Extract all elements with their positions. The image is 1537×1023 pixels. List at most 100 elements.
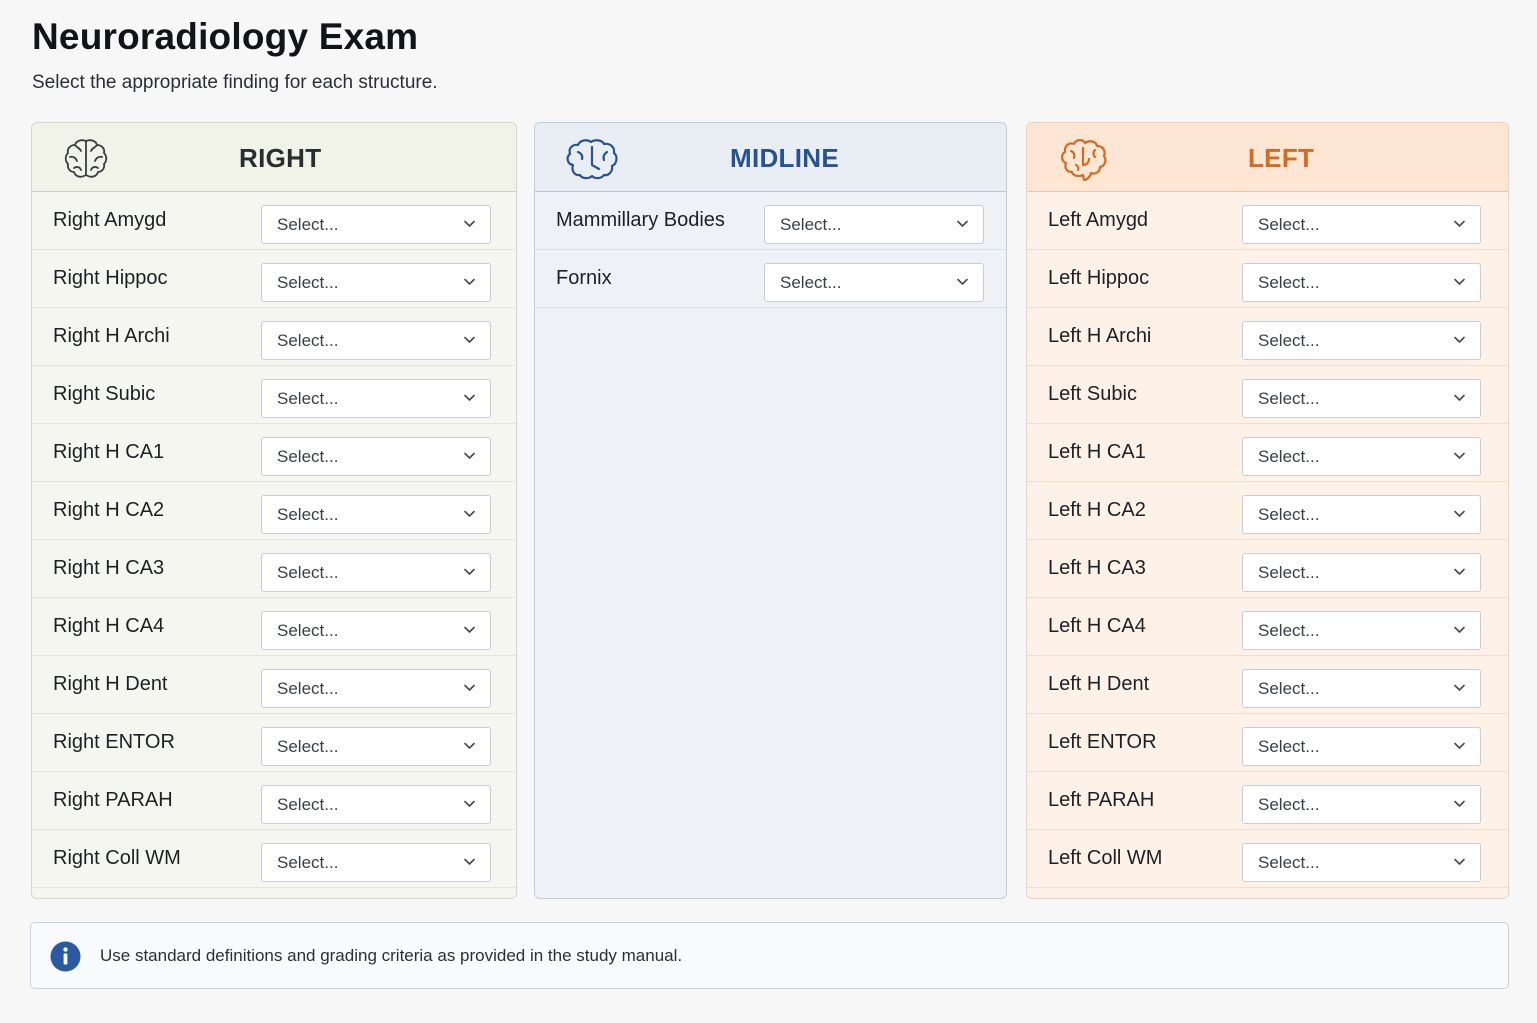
chevron-down-icon [1454, 220, 1465, 227]
structure-label: Left H CA2 [1048, 499, 1146, 521]
finding-select-value: Select... [1258, 389, 1320, 408]
structure-label: Right PARAH [53, 789, 173, 811]
list-item: Left H CA3 Select... [1027, 540, 1508, 598]
finding-select[interactable]: Select... [261, 553, 491, 592]
chevron-down-icon [464, 626, 475, 633]
list-item: Left Hippoc Select... [1027, 250, 1508, 308]
finding-select[interactable]: Select... [1242, 669, 1481, 708]
structure-label: Left Subic [1048, 383, 1137, 405]
chevron-down-icon [1454, 278, 1465, 285]
chevron-down-icon [464, 684, 475, 691]
structure-label: Right Coll WM [53, 847, 181, 869]
finding-select-value: Select... [780, 273, 842, 292]
brain-icon [1061, 139, 1107, 182]
structure-label: Right Amygd [53, 209, 167, 231]
structure-label: Left H Archi [1048, 325, 1152, 347]
panel-left: LEFT Left Amygd Select... Left Hippoc Selec… [1026, 122, 1509, 899]
structure-label: Left H Dent [1048, 673, 1150, 695]
finding-select[interactable]: Select... [1242, 727, 1481, 766]
finding-select[interactable]: Select... [1242, 611, 1481, 650]
finding-select[interactable]: Select... [261, 611, 491, 650]
finding-select-value: Select... [1258, 795, 1320, 814]
finding-select-value: Select... [1258, 331, 1320, 350]
finding-select-value: Select... [277, 737, 339, 756]
finding-select[interactable]: Select... [261, 727, 491, 766]
finding-select-value: Select... [277, 447, 339, 466]
chevron-down-icon [464, 568, 475, 575]
finding-select-value: Select... [277, 621, 339, 640]
panel-right: RIGHT Right Amygd Select... Right Hippoc Se… [31, 122, 517, 899]
finding-select[interactable]: Select... [261, 843, 491, 882]
finding-select[interactable]: Select... [1242, 495, 1481, 534]
info-icon [50, 941, 81, 972]
chevron-down-icon [1454, 394, 1465, 401]
list-item: Left H Dent Select... [1027, 656, 1508, 714]
finding-select[interactable]: Select... [764, 263, 984, 302]
finding-select[interactable]: Select... [1242, 321, 1481, 360]
finding-select-value: Select... [1258, 679, 1320, 698]
structure-label: Left Hippoc [1048, 267, 1150, 289]
finding-select-value: Select... [1258, 853, 1320, 872]
chevron-down-icon [1454, 626, 1465, 633]
finding-select[interactable]: Select... [261, 495, 491, 534]
list-item: Right Hippoc Select... [32, 250, 516, 308]
structure-label: Right H CA1 [53, 441, 165, 463]
finding-select-value: Select... [1258, 563, 1320, 582]
finding-select-value: Select... [277, 505, 339, 524]
finding-select[interactable]: Select... [261, 669, 491, 708]
chevron-down-icon [464, 336, 475, 343]
info-text: Use standard definitions and grading cri… [100, 946, 683, 965]
brain-icon [64, 139, 108, 178]
chevron-down-icon [464, 220, 475, 227]
list-item: Left H CA4 Select... [1027, 598, 1508, 656]
structure-label: Mammillary Bodies [556, 209, 725, 231]
finding-select-value: Select... [780, 215, 842, 234]
list-item: Right ENTOR Select... [32, 714, 516, 772]
chevron-down-icon [464, 510, 475, 517]
finding-select-value: Select... [1258, 505, 1320, 524]
finding-select-value: Select... [277, 795, 339, 814]
list-item: Left Subic Select... [1027, 366, 1508, 424]
page-subtitle: Select the appropriate finding for each … [32, 72, 438, 93]
list-item: Right Amygd Select... [32, 192, 516, 250]
info-banner: Use standard definitions and grading cri… [30, 922, 1509, 989]
list-item: Left H Archi Select... [1027, 308, 1508, 366]
finding-select[interactable]: Select... [261, 437, 491, 476]
structure-label: Left PARAH [1048, 789, 1155, 811]
finding-select[interactable]: Select... [1242, 263, 1481, 302]
chevron-down-icon [1454, 452, 1465, 459]
finding-select[interactable]: Select... [1242, 785, 1481, 824]
chevron-down-icon [464, 742, 475, 749]
chevron-down-icon [1454, 800, 1465, 807]
panel-left-header: LEFT [1027, 123, 1508, 192]
panel-left-rows: Left Amygd Select... Left Hippoc Select... L… [1027, 192, 1508, 888]
finding-select[interactable]: Select... [1242, 553, 1481, 592]
chevron-down-icon [464, 394, 475, 401]
finding-select[interactable]: Select... [261, 379, 491, 418]
finding-select-value: Select... [1258, 447, 1320, 466]
finding-select[interactable]: Select... [261, 205, 491, 244]
finding-select-value: Select... [277, 563, 339, 582]
finding-select[interactable]: Select... [1242, 379, 1481, 418]
finding-select[interactable]: Select... [261, 263, 491, 302]
page-title: Neuroradiology Exam [32, 16, 419, 57]
finding-select[interactable]: Select... [1242, 205, 1481, 244]
brain-icon [566, 139, 618, 180]
list-item: Left Coll WM Select... [1027, 830, 1508, 888]
finding-select[interactable]: Select... [764, 205, 984, 244]
structure-label: Right ENTOR [53, 731, 175, 753]
chevron-down-icon [957, 278, 968, 285]
finding-select[interactable]: Select... [1242, 437, 1481, 476]
list-item: Right H CA3 Select... [32, 540, 516, 598]
finding-select[interactable]: Select... [261, 321, 491, 360]
finding-select-value: Select... [1258, 273, 1320, 292]
finding-select[interactable]: Select... [261, 785, 491, 824]
structure-label: Right H CA4 [53, 615, 165, 637]
structure-label: Left H CA1 [1048, 441, 1146, 463]
structure-label: Right H Dent [53, 673, 168, 695]
list-item: Right H CA4 Select... [32, 598, 516, 656]
finding-select[interactable]: Select... [1242, 843, 1481, 882]
list-item: Left H CA1 Select... [1027, 424, 1508, 482]
chevron-down-icon [1454, 336, 1465, 343]
panel-midline-rows: Mammillary Bodies Select... Fornix Select..… [535, 192, 1006, 308]
